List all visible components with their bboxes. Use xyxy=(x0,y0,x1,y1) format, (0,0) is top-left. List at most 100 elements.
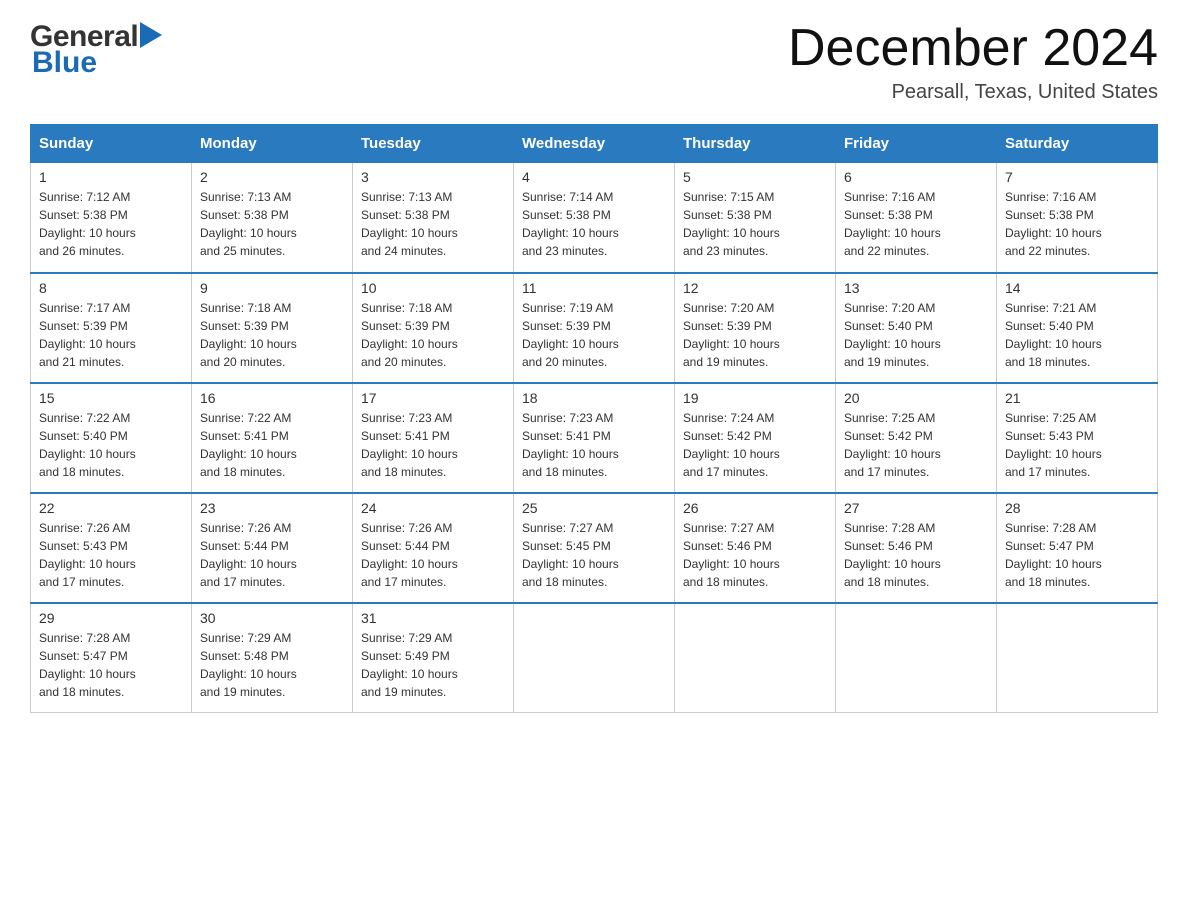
day-number: 3 xyxy=(361,169,505,185)
day-info: Sunrise: 7:27 AMSunset: 5:45 PMDaylight:… xyxy=(522,519,666,591)
calendar-header-row: SundayMondayTuesdayWednesdayThursdayFrid… xyxy=(31,125,1158,163)
day-number: 28 xyxy=(1005,500,1149,516)
weekday-header-tuesday: Tuesday xyxy=(353,125,514,163)
calendar-cell: 13Sunrise: 7:20 AMSunset: 5:40 PMDayligh… xyxy=(836,273,997,383)
day-number: 30 xyxy=(200,610,344,626)
day-number: 31 xyxy=(361,610,505,626)
day-number: 4 xyxy=(522,169,666,185)
day-number: 17 xyxy=(361,390,505,406)
day-number: 16 xyxy=(200,390,344,406)
day-info: Sunrise: 7:29 AMSunset: 5:48 PMDaylight:… xyxy=(200,629,344,701)
day-number: 9 xyxy=(200,280,344,296)
day-number: 2 xyxy=(200,169,344,185)
calendar-cell: 8 Sunrise: 7:17 AMSunset: 5:39 PMDaylight… xyxy=(31,273,192,383)
day-number: 5 xyxy=(683,169,827,185)
day-number: 21 xyxy=(1005,390,1149,406)
calendar-week-row: 1 Sunrise: 7:12 AMSunset: 5:38 PMDaylight… xyxy=(31,163,1158,273)
day-info: Sunrise: 7:28 AMSunset: 5:47 PMDaylight:… xyxy=(39,629,183,701)
calendar-cell: 3 Sunrise: 7:13 AMSunset: 5:38 PMDaylight… xyxy=(353,163,514,273)
day-number: 7 xyxy=(1005,169,1149,185)
day-number: 27 xyxy=(844,500,988,516)
weekday-header-friday: Friday xyxy=(836,125,997,163)
calendar-week-row: 8 Sunrise: 7:17 AMSunset: 5:39 PMDaylight… xyxy=(31,273,1158,383)
day-info: Sunrise: 7:27 AMSunset: 5:46 PMDaylight:… xyxy=(683,519,827,591)
weekday-header-monday: Monday xyxy=(192,125,353,163)
day-number: 26 xyxy=(683,500,827,516)
calendar-cell: 1 Sunrise: 7:12 AMSunset: 5:38 PMDaylight… xyxy=(31,163,192,273)
day-info: Sunrise: 7:13 AMSunset: 5:38 PMDaylight:… xyxy=(361,188,505,260)
day-number: 11 xyxy=(522,280,666,296)
day-info: Sunrise: 7:19 AMSunset: 5:39 PMDaylight:… xyxy=(522,299,666,371)
calendar-cell: 28 Sunrise: 7:28 AMSunset: 5:47 PMDayligh… xyxy=(997,493,1158,603)
day-info: Sunrise: 7:12 AMSunset: 5:38 PMDaylight:… xyxy=(39,188,183,260)
calendar-cell: 22 Sunrise: 7:26 AMSunset: 5:43 PMDayligh… xyxy=(31,493,192,603)
calendar-cell: 14 Sunrise: 7:21 AMSunset: 5:40 PMDayligh… xyxy=(997,273,1158,383)
month-title: December 2024 xyxy=(788,20,1158,77)
day-info: Sunrise: 7:24 AMSunset: 5:42 PMDaylight:… xyxy=(683,409,827,481)
day-info: Sunrise: 7:17 AMSunset: 5:39 PMDaylight:… xyxy=(39,299,183,371)
day-number: 19 xyxy=(683,390,827,406)
day-info: Sunrise: 7:23 AMSunset: 5:41 PMDaylight:… xyxy=(522,409,666,481)
weekday-header-saturday: Saturday xyxy=(997,125,1158,163)
calendar-cell xyxy=(836,603,997,713)
day-number: 6 xyxy=(844,169,988,185)
calendar-cell: 4 Sunrise: 7:14 AMSunset: 5:38 PMDaylight… xyxy=(514,163,675,273)
weekday-header-wednesday: Wednesday xyxy=(514,125,675,163)
calendar-cell: 29 Sunrise: 7:28 AMSunset: 5:47 PMDayligh… xyxy=(31,603,192,713)
day-info: Sunrise: 7:23 AMSunset: 5:41 PMDaylight:… xyxy=(361,409,505,481)
day-number: 1 xyxy=(39,169,183,185)
calendar-cell: 10 Sunrise: 7:18 AMSunset: 5:39 PMDayligh… xyxy=(353,273,514,383)
day-info: Sunrise: 7:25 AMSunset: 5:43 PMDaylight:… xyxy=(1005,409,1149,481)
calendar-cell xyxy=(997,603,1158,713)
calendar-cell: 5 Sunrise: 7:15 AMSunset: 5:38 PMDaylight… xyxy=(675,163,836,273)
calendar-cell: 21 Sunrise: 7:25 AMSunset: 5:43 PMDayligh… xyxy=(997,383,1158,493)
calendar-cell: 19 Sunrise: 7:24 AMSunset: 5:42 PMDayligh… xyxy=(675,383,836,493)
calendar-cell: 18 Sunrise: 7:23 AMSunset: 5:41 PMDayligh… xyxy=(514,383,675,493)
weekday-header-sunday: Sunday xyxy=(31,125,192,163)
day-info: Sunrise: 7:28 AMSunset: 5:46 PMDaylight:… xyxy=(844,519,988,591)
calendar-cell: 9 Sunrise: 7:18 AMSunset: 5:39 PMDaylight… xyxy=(192,273,353,383)
day-number: 8 xyxy=(39,280,183,296)
day-info: Sunrise: 7:20 AMSunset: 5:39 PMDaylight:… xyxy=(683,299,827,371)
day-info: Sunrise: 7:26 AMSunset: 5:44 PMDaylight:… xyxy=(200,519,344,591)
day-number: 10 xyxy=(361,280,505,296)
calendar-week-row: 22 Sunrise: 7:26 AMSunset: 5:43 PMDayligh… xyxy=(31,493,1158,603)
calendar-cell xyxy=(514,603,675,713)
logo-blue-text: Blue xyxy=(32,46,97,80)
day-info: Sunrise: 7:14 AMSunset: 5:38 PMDaylight:… xyxy=(522,188,666,260)
day-number: 14 xyxy=(1005,280,1149,296)
calendar-cell: 6Sunrise: 7:16 AMSunset: 5:38 PMDaylight… xyxy=(836,163,997,273)
day-info: Sunrise: 7:26 AMSunset: 5:44 PMDaylight:… xyxy=(361,519,505,591)
day-number: 12 xyxy=(683,280,827,296)
day-number: 24 xyxy=(361,500,505,516)
day-info: Sunrise: 7:13 AMSunset: 5:38 PMDaylight:… xyxy=(200,188,344,260)
day-info: Sunrise: 7:16 AMSunset: 5:38 PMDaylight:… xyxy=(1005,188,1149,260)
day-info: Sunrise: 7:25 AMSunset: 5:42 PMDaylight:… xyxy=(844,409,988,481)
calendar-cell: 7 Sunrise: 7:16 AMSunset: 5:38 PMDaylight… xyxy=(997,163,1158,273)
calendar-cell: 17 Sunrise: 7:23 AMSunset: 5:41 PMDayligh… xyxy=(353,383,514,493)
day-number: 22 xyxy=(39,500,183,516)
day-number: 20 xyxy=(844,390,988,406)
calendar-week-row: 15Sunrise: 7:22 AMSunset: 5:40 PMDayligh… xyxy=(31,383,1158,493)
day-info: Sunrise: 7:18 AMSunset: 5:39 PMDaylight:… xyxy=(200,299,344,371)
logo-triangle-icon xyxy=(140,22,162,48)
logo: General Blue xyxy=(30,20,162,80)
calendar-cell: 30 Sunrise: 7:29 AMSunset: 5:48 PMDayligh… xyxy=(192,603,353,713)
day-info: Sunrise: 7:28 AMSunset: 5:47 PMDaylight:… xyxy=(1005,519,1149,591)
day-info: Sunrise: 7:18 AMSunset: 5:39 PMDaylight:… xyxy=(361,299,505,371)
calendar-cell: 23Sunrise: 7:26 AMSunset: 5:44 PMDayligh… xyxy=(192,493,353,603)
day-info: Sunrise: 7:22 AMSunset: 5:40 PMDaylight:… xyxy=(39,409,183,481)
day-info: Sunrise: 7:29 AMSunset: 5:49 PMDaylight:… xyxy=(361,629,505,701)
day-info: Sunrise: 7:26 AMSunset: 5:43 PMDaylight:… xyxy=(39,519,183,591)
day-number: 29 xyxy=(39,610,183,626)
calendar-table: SundayMondayTuesdayWednesdayThursdayFrid… xyxy=(30,124,1158,713)
day-info: Sunrise: 7:20 AMSunset: 5:40 PMDaylight:… xyxy=(844,299,988,371)
title-section: December 2024 Pearsall, Texas, United St… xyxy=(788,20,1158,104)
day-info: Sunrise: 7:21 AMSunset: 5:40 PMDaylight:… xyxy=(1005,299,1149,371)
day-number: 18 xyxy=(522,390,666,406)
day-number: 25 xyxy=(522,500,666,516)
calendar-cell: 16Sunrise: 7:22 AMSunset: 5:41 PMDayligh… xyxy=(192,383,353,493)
calendar-cell: 27 Sunrise: 7:28 AMSunset: 5:46 PMDayligh… xyxy=(836,493,997,603)
calendar-cell: 25 Sunrise: 7:27 AMSunset: 5:45 PMDayligh… xyxy=(514,493,675,603)
day-info: Sunrise: 7:15 AMSunset: 5:38 PMDaylight:… xyxy=(683,188,827,260)
